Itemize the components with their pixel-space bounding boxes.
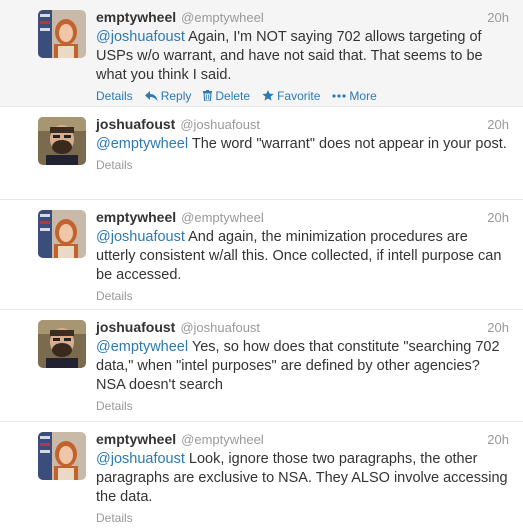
trash-icon [203, 90, 213, 101]
details-label: Details [96, 510, 133, 525]
avatar-joshuafoust[interactable] [38, 320, 86, 368]
delete-button[interactable]: Delete [203, 89, 250, 103]
tweet-body: The word "warrant" does not appear in yo… [188, 136, 507, 152]
tweet-header: joshuafoust @joshuafoust 20h [96, 319, 509, 337]
tweet-text: @joshuafoust And again, the minimization… [96, 228, 509, 285]
avatar-emptywheel[interactable] [38, 432, 86, 480]
tweet-actions: Details [96, 288, 509, 303]
tweet-actions: Details [96, 398, 509, 413]
tweet-fullname[interactable]: emptywheel [96, 209, 176, 225]
tweet-fullname[interactable]: joshuafoust [96, 116, 175, 132]
details-label: Details [96, 88, 133, 103]
delete-label: Delete [215, 88, 251, 103]
tweet-timestamp[interactable]: 20h [487, 210, 509, 225]
more-button[interactable]: More [332, 88, 377, 103]
star-icon [262, 90, 274, 101]
reply-label: Reply [160, 88, 192, 103]
tweet-header: emptywheel @emptywheel 20h [96, 209, 509, 227]
tweet-text: @joshuafoust Look, ignore those two para… [96, 450, 509, 507]
favorite-label: Favorite [277, 88, 321, 103]
avatar-emptywheel[interactable] [38, 210, 86, 258]
tweet-mention[interactable]: @joshuafoust [96, 29, 185, 45]
avatar-joshuafoust[interactable] [38, 117, 86, 165]
tweet-username[interactable]: @joshuafoust [180, 117, 260, 132]
tweet-username[interactable]: @emptywheel [181, 432, 264, 447]
favorite-button[interactable]: Favorite [262, 89, 320, 103]
tweet-timestamp[interactable]: 20h [487, 10, 509, 25]
tweet-username[interactable]: @joshuafoust [180, 320, 260, 335]
details-link[interactable]: Details [96, 511, 133, 525]
tweet-text: @emptywheel Yes, so how does that consti… [96, 338, 509, 395]
tweet[interactable]: emptywheel @emptywheel 20h @joshuafoust … [0, 200, 523, 310]
tweet-timestamp[interactable]: 20h [487, 117, 509, 132]
tweet-username[interactable]: @emptywheel [181, 10, 264, 25]
tweet-text: @joshuafoust Again, I'm NOT saying 702 a… [96, 28, 509, 85]
details-link[interactable]: Details [96, 89, 133, 103]
tweet-fullname[interactable]: emptywheel [96, 9, 176, 25]
tweet[interactable]: joshuafoust @joshuafoust 20h @emptywheel… [0, 107, 523, 200]
tweet-text: @emptywheel The word "warrant" does not … [96, 135, 509, 154]
tweet-mention[interactable]: @joshuafoust [96, 229, 185, 245]
tweet-fullname[interactable]: emptywheel [96, 431, 176, 447]
details-label: Details [96, 398, 133, 413]
details-label: Details [96, 288, 133, 303]
tweet-actions: Details Reply Delete Favorite More [96, 88, 509, 103]
details-link[interactable]: Details [96, 289, 133, 303]
tweet-mention[interactable]: @emptywheel [96, 136, 188, 152]
tweet-actions: Details [96, 157, 509, 172]
details-link[interactable]: Details [96, 399, 133, 413]
tweet-timeline: emptywheel @emptywheel 20h @joshuafoust … [0, 0, 523, 532]
tweet-fullname[interactable]: joshuafoust [96, 319, 175, 335]
tweet-mention[interactable]: @joshuafoust [96, 451, 185, 467]
tweet-timestamp[interactable]: 20h [487, 432, 509, 447]
more-dots-icon [332, 93, 347, 98]
tweet[interactable]: emptywheel @emptywheel 20h @joshuafoust … [0, 422, 523, 532]
tweet-actions: Details [96, 510, 509, 525]
tweet[interactable]: emptywheel @emptywheel 20h @joshuafoust … [0, 0, 523, 107]
tweet[interactable]: joshuafoust @joshuafoust 20h @emptywheel… [0, 310, 523, 422]
avatar-emptywheel[interactable] [38, 10, 86, 58]
reply-icon [144, 90, 158, 101]
tweet-username[interactable]: @emptywheel [181, 210, 264, 225]
tweet-mention[interactable]: @emptywheel [96, 339, 188, 355]
tweet-header: emptywheel @emptywheel 20h [96, 9, 509, 27]
tweet-header: joshuafoust @joshuafoust 20h [96, 116, 509, 134]
details-link[interactable]: Details [96, 158, 133, 172]
reply-button[interactable]: Reply [144, 88, 192, 103]
details-label: Details [96, 157, 133, 172]
tweet-header: emptywheel @emptywheel 20h [96, 431, 509, 449]
tweet-timestamp[interactable]: 20h [487, 320, 509, 335]
more-label: More [349, 88, 377, 103]
